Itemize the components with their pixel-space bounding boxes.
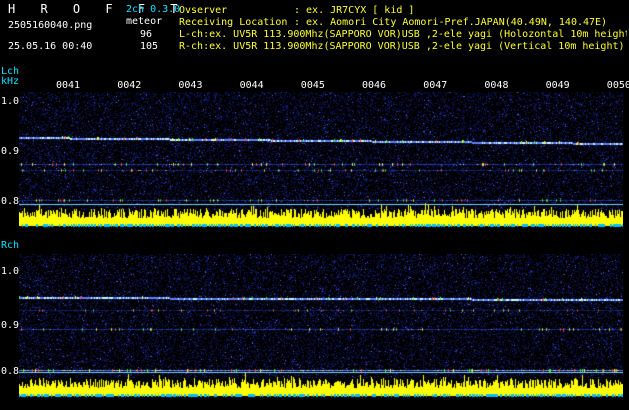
rch-ytick: 1.0 — [1, 266, 20, 277]
rch-ytick: 0.9 — [1, 320, 20, 331]
lch-info-line: L-ch:ex. UV5R 113.900Mhz(SAPPORO VOR)USB… — [179, 29, 627, 40]
rch-spectrogram — [19, 254, 623, 400]
observer-value: : ex. JR7CYX [ kid ] — [294, 5, 415, 16]
time-tick-label: 0050 — [606, 80, 629, 91]
lch-spectrogram-canvas — [19, 92, 623, 230]
rch-ytick: 0.8 — [1, 366, 20, 377]
time-tick-label: 0041 — [56, 80, 81, 91]
time-tick-label: 0045 — [300, 80, 325, 91]
location-value: : ex. Aomori City Aomori-Pref.JAPAN(40.4… — [294, 17, 608, 28]
time-tick-label: 0047 — [423, 80, 448, 91]
time-tick-label: 0042 — [117, 80, 142, 91]
time-tick-label: 0043 — [178, 80, 203, 91]
lch-ytick: 1.0 — [1, 96, 20, 107]
time-tick-label: 0048 — [484, 80, 509, 91]
lch-unit-label: kHz — [1, 76, 20, 87]
lch-ytick: 0.9 — [1, 146, 20, 157]
rch-info-line: R-ch:ex. UV5R 113.900Mhz(SAPPORO VOR)USB… — [179, 41, 625, 52]
datetime-label: 25.05.16 00:40 — [8, 41, 93, 52]
filename-label: 2505160040.png — [8, 20, 93, 31]
rch-spectrogram-canvas — [19, 254, 623, 400]
mode-label: 2ch 0.3.0 — [126, 4, 181, 15]
time-tick-label: 0046 — [362, 80, 387, 91]
observer-label: Ovserver — [179, 5, 228, 16]
location-label: Receiving Location — [179, 17, 288, 28]
time-tick-label: 0044 — [239, 80, 264, 91]
count-r-label: 105 — [140, 41, 159, 52]
count-l-label: 96 — [140, 29, 153, 40]
event-type-label: meteor — [126, 16, 163, 27]
lch-ytick: 0.8 — [1, 196, 20, 207]
lch-spectrogram — [19, 92, 623, 230]
rch-label: Rch — [1, 240, 20, 251]
time-tick-label: 0049 — [545, 80, 570, 91]
